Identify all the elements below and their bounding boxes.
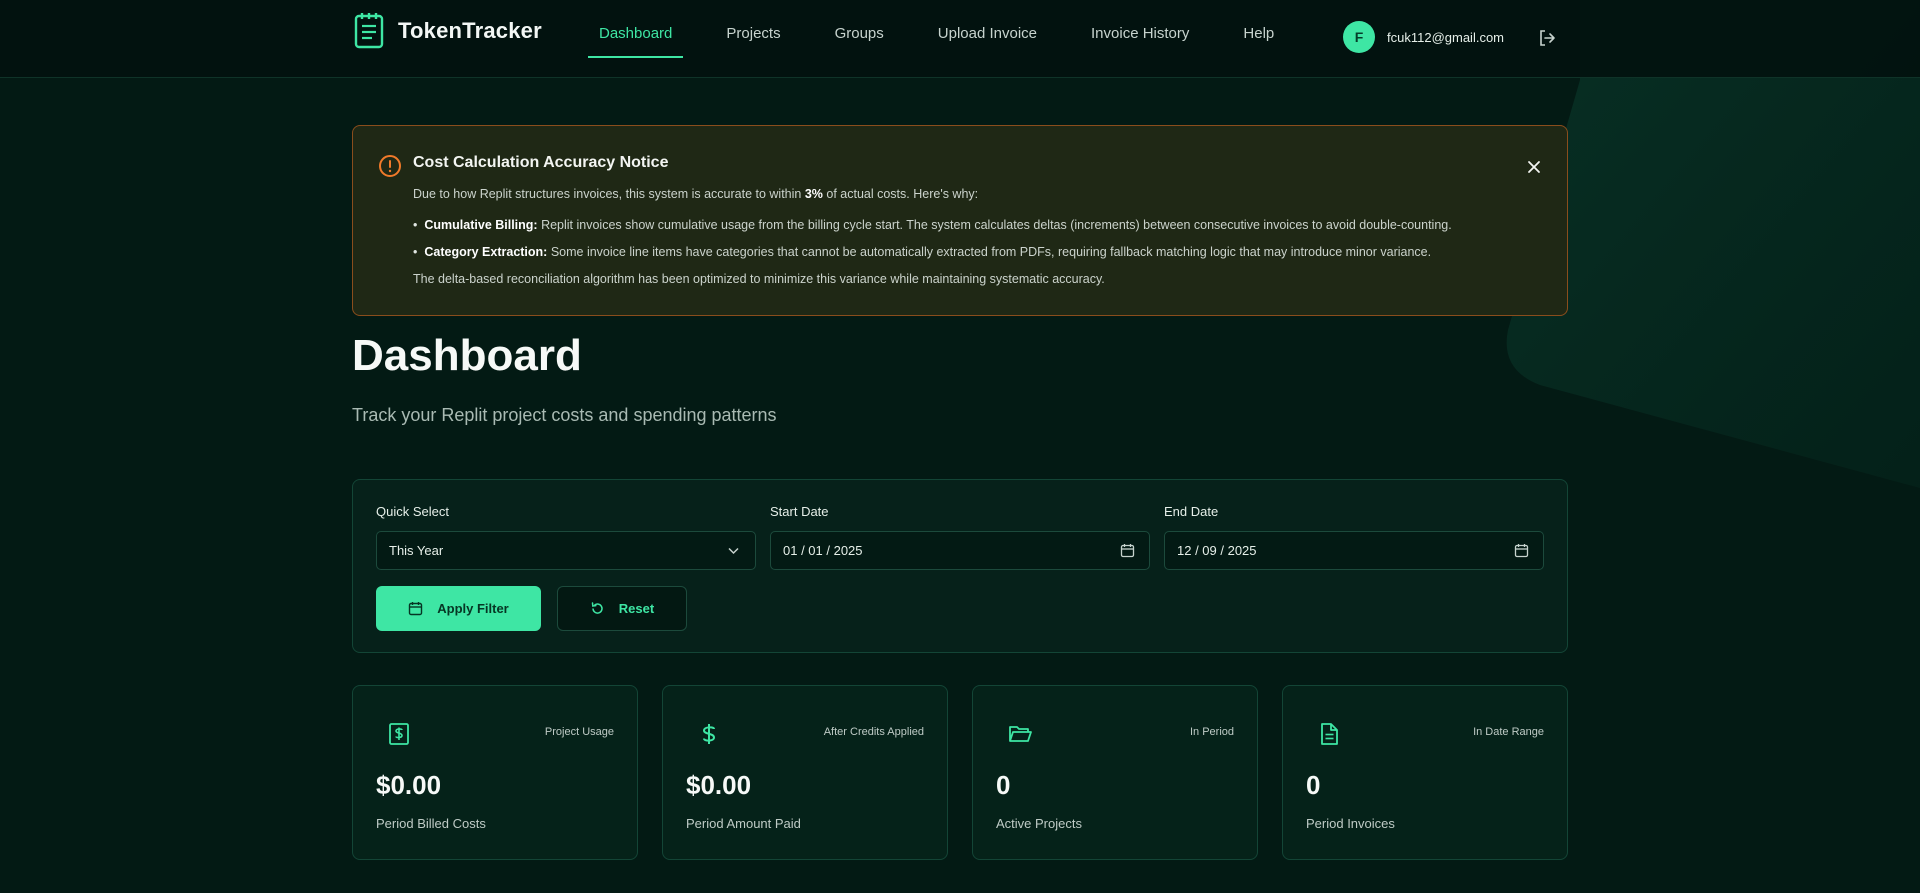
stat-card-period-invoices: In Date Range 0 Period Invoices bbox=[1282, 685, 1568, 860]
apply-filter-button[interactable]: Apply Filter bbox=[376, 586, 541, 631]
nav-upload-invoice[interactable]: Upload Invoice bbox=[927, 0, 1048, 58]
stat-label: Period Billed Costs bbox=[376, 816, 486, 831]
stat-card-billed-costs: Project Usage $0.00 Period Billed Costs bbox=[352, 685, 638, 860]
dollar-icon bbox=[702, 724, 716, 744]
stat-label: Period Invoices bbox=[1306, 816, 1395, 831]
user-email: fcuk112@gmail.com bbox=[1387, 29, 1504, 45]
app-logo[interactable]: TokenTracker bbox=[352, 12, 542, 50]
end-date-value: 12 / 09 / 2025 bbox=[1177, 543, 1257, 558]
alert-circle-icon bbox=[379, 155, 401, 177]
quick-select-label: Quick Select bbox=[376, 504, 449, 519]
start-date-label: Start Date bbox=[770, 504, 829, 519]
apply-filter-label: Apply Filter bbox=[437, 601, 509, 616]
end-date-label: End Date bbox=[1164, 504, 1219, 519]
page-subtitle: Track your Replit project costs and spen… bbox=[352, 405, 777, 425]
calendar-icon[interactable] bbox=[1514, 543, 1529, 558]
reset-button[interactable]: Reset bbox=[557, 586, 687, 631]
stat-card-active-projects: In Period 0 Active Projects bbox=[972, 685, 1258, 860]
nav-help[interactable]: Help bbox=[1232, 0, 1285, 58]
main-nav: Dashboard Projects Groups Upload Invoice… bbox=[588, 0, 1317, 78]
document-icon bbox=[1321, 723, 1338, 745]
notice-footer: The delta-based reconciliation algorithm… bbox=[413, 272, 1105, 286]
stat-value: 0 bbox=[996, 770, 1011, 800]
calendar-icon[interactable] bbox=[1120, 543, 1135, 558]
reset-label: Reset bbox=[618, 601, 655, 616]
nav-invoice-history[interactable]: Invoice History bbox=[1080, 0, 1200, 58]
nav-dashboard[interactable]: Dashboard bbox=[588, 0, 684, 58]
end-date-input[interactable]: 12 / 09 / 2025 bbox=[1164, 531, 1544, 570]
logout-icon[interactable] bbox=[1538, 29, 1556, 47]
stat-value: $0.00 bbox=[686, 770, 752, 800]
stat-tag: Project Usage bbox=[544, 726, 614, 738]
app-name: TokenTracker bbox=[398, 18, 542, 43]
stat-tag: In Period bbox=[1189, 726, 1234, 738]
nav-projects[interactable]: Projects bbox=[715, 0, 791, 58]
nav-groups[interactable]: Groups bbox=[824, 0, 895, 58]
stat-value: $0.00 bbox=[376, 770, 442, 800]
start-date-input[interactable]: 01 / 01 / 2025 bbox=[770, 531, 1150, 570]
stat-label: Active Projects bbox=[996, 816, 1082, 831]
user-menu[interactable]: F fcuk112@gmail.com bbox=[1343, 21, 1504, 53]
folder-icon bbox=[1009, 726, 1032, 742]
avatar: F bbox=[1343, 21, 1375, 53]
stat-value: 0 bbox=[1306, 770, 1321, 800]
top-navbar: TokenTracker Dashboard Projects Groups U… bbox=[0, 0, 1920, 78]
start-date-value: 01 / 01 / 2025 bbox=[783, 543, 863, 558]
dollar-receipt-icon bbox=[389, 723, 409, 745]
chevron-down-icon bbox=[728, 547, 739, 555]
close-icon[interactable] bbox=[1527, 160, 1541, 174]
notice-bullet-cumulative: Cumulative Billing: Replit invoices show… bbox=[413, 218, 1451, 232]
stat-tag: In Date Range bbox=[1473, 726, 1544, 738]
stat-tag: After Credits Applied bbox=[823, 726, 924, 738]
accuracy-notice: Cost Calculation Accuracy Notice Due to … bbox=[352, 125, 1568, 316]
stat-label: Period Amount Paid bbox=[686, 816, 801, 831]
calendar-icon bbox=[409, 602, 423, 616]
stat-card-amount-paid: After Credits Applied $0.00 Period Amoun… bbox=[662, 685, 948, 860]
quick-select-value: This Year bbox=[389, 543, 444, 558]
notice-bullet-category: Category Extraction: Some invoice line i… bbox=[413, 245, 1431, 259]
notice-intro: Due to how Replit structures invoices, t… bbox=[413, 187, 979, 201]
reset-icon bbox=[591, 602, 603, 614]
page-title: Dashboard bbox=[352, 331, 582, 380]
quick-select-dropdown[interactable]: This Year bbox=[376, 531, 756, 570]
notepad-logo-icon bbox=[354, 13, 384, 49]
date-filter-card: Quick Select This Year Start Date 01 / 0… bbox=[352, 479, 1568, 653]
notice-title: Cost Calculation Accuracy Notice bbox=[413, 154, 669, 171]
